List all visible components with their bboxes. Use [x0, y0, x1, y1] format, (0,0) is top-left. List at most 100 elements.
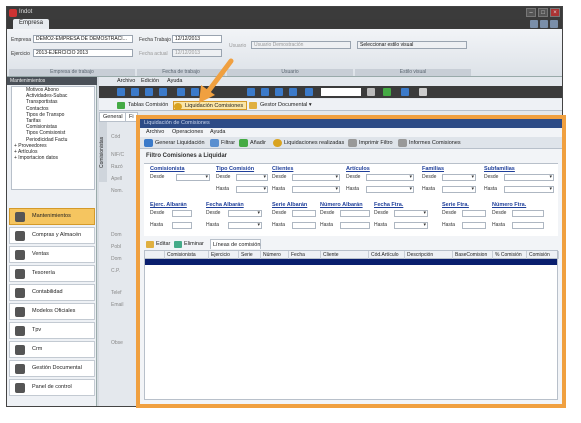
filter-heading[interactable]: Fecha Ftra.	[374, 202, 403, 208]
prev-icon[interactable]	[261, 88, 269, 96]
column-header[interactable]: Descripción	[405, 251, 453, 259]
numero-albaran-hasta[interactable]	[340, 222, 370, 229]
ejercicio-select[interactable]: 2013-EJERCICIO 2013	[33, 49, 133, 57]
tab-empresa[interactable]: Empresa	[13, 19, 50, 29]
fecha-albaran-hasta[interactable]	[228, 222, 262, 229]
column-header[interactable]: Comisión	[527, 251, 559, 259]
column-header[interactable]: BaseComision	[453, 251, 493, 259]
menu-operaciones[interactable]: Operaciones	[172, 129, 203, 135]
articulos-hasta[interactable]	[366, 186, 414, 193]
estilo-select[interactable]: Seleccionar estilo visual	[357, 41, 467, 49]
tipo-comision-desde[interactable]	[236, 174, 268, 181]
tab-general[interactable]: General	[99, 112, 127, 122]
filter-heading[interactable]: Familias	[422, 166, 444, 172]
maximize-icon[interactable]: □	[538, 8, 548, 17]
tipo-comision-hasta[interactable]	[236, 186, 268, 193]
column-header[interactable]: Comisionista	[165, 251, 209, 259]
column-header[interactable]: Fecha	[289, 251, 321, 259]
help-icon[interactable]	[401, 88, 409, 96]
side-tab-comisionistas[interactable]: Comisionistas	[99, 122, 107, 182]
column-header[interactable]: Ejercicio	[209, 251, 239, 259]
menu-edicion[interactable]: Edición	[141, 78, 159, 84]
settings-icon[interactable]	[530, 20, 538, 28]
filter-heading[interactable]: Serie Ftra.	[442, 202, 469, 208]
serie-ftra-hasta[interactable]	[462, 222, 486, 229]
tree-item[interactable]: + Importacion datos	[12, 155, 94, 161]
menu-ayuda[interactable]: Ayuda	[210, 129, 226, 135]
last-icon[interactable]	[289, 88, 297, 96]
fecha-ftra-desde[interactable]	[394, 210, 428, 217]
window-icon[interactable]	[540, 20, 548, 28]
module-tesoreria[interactable]: Tesorería	[9, 265, 95, 282]
column-header[interactable]: % Comisión	[493, 251, 527, 259]
filter-icon[interactable]	[383, 88, 391, 96]
numero-ftra-desde[interactable]	[512, 210, 544, 217]
clientes-hasta[interactable]	[292, 186, 340, 193]
column-header[interactable]: Cliente	[321, 251, 369, 259]
empresa-select[interactable]: DEMO2-EMPRESA DE DEMOSTRACI...	[33, 35, 133, 43]
minimize-icon[interactable]: –	[526, 8, 536, 17]
menu-archivo[interactable]: Archivo	[117, 78, 135, 84]
filter-heading[interactable]: Fecha Albarán	[206, 202, 244, 208]
fecha-trabajo-field[interactable]: 12/12/2013	[172, 35, 222, 43]
filtrar-button[interactable]: Filtrar	[210, 138, 235, 148]
editar-button[interactable]: Editar	[146, 239, 170, 249]
subfamilias-hasta[interactable]	[504, 186, 554, 193]
module-gestion-documental[interactable]: Gestión Documental	[9, 360, 95, 377]
print-icon[interactable]	[159, 88, 167, 96]
column-header[interactable]: Número	[261, 251, 289, 259]
module-mantenimientos[interactable]: Mantenimientos	[9, 208, 95, 225]
table-row[interactable]	[145, 259, 557, 265]
serie-albaran-desde[interactable]	[292, 210, 316, 217]
first-icon[interactable]	[247, 88, 255, 96]
liquidaciones-realizadas-button[interactable]: Liquidaciones realizadas	[273, 138, 344, 148]
save-icon[interactable]	[145, 88, 153, 96]
filter-heading[interactable]: Número Albarán	[320, 202, 363, 208]
grid-icon[interactable]	[305, 88, 313, 96]
articulos-desde[interactable]	[366, 174, 414, 181]
gestor-documental-button[interactable]: Gestor Documental ▾	[249, 101, 312, 110]
refresh-icon[interactable]	[177, 88, 185, 96]
filter-heading[interactable]: Número Ftra.	[492, 202, 526, 208]
search-input[interactable]	[321, 88, 361, 96]
informes-comisiones-button[interactable]: Informes Comisiones	[398, 138, 461, 148]
column-header[interactable]: Cód.Artículo	[369, 251, 405, 259]
ejerc-albaran-hasta[interactable]	[172, 222, 192, 229]
filter-heading[interactable]: Artículos	[346, 166, 370, 172]
serie-albaran-hasta[interactable]	[292, 222, 316, 229]
save-icon[interactable]	[131, 88, 139, 96]
fecha-albaran-desde[interactable]	[228, 210, 262, 217]
filter-heading[interactable]: Tipo Comisión	[216, 166, 254, 172]
module-contabilidad[interactable]: Contabilidad	[9, 284, 95, 301]
module-modelos[interactable]: Modelos Oficiales	[9, 303, 95, 320]
eliminar-button[interactable]: Eliminar	[174, 239, 204, 249]
module-ventas[interactable]: Ventas	[9, 246, 95, 263]
filter-heading[interactable]: Subfamilias	[484, 166, 515, 172]
anadir-button[interactable]: Añadir	[239, 138, 266, 148]
numero-albaran-desde[interactable]	[340, 210, 370, 217]
comisionista-desde[interactable]	[176, 174, 210, 181]
module-panel-control[interactable]: Panel de control	[9, 379, 95, 396]
subfamilias-desde[interactable]	[504, 174, 554, 181]
numero-ftra-hasta[interactable]	[512, 222, 544, 229]
module-tpv[interactable]: Tpv	[9, 322, 95, 339]
close-icon[interactable]: ×	[550, 8, 560, 17]
column-header[interactable]: Serie	[239, 251, 261, 259]
imprimir-filtro-button[interactable]: Imprimir Filtro	[348, 138, 393, 148]
module-compras[interactable]: Compras y Almacén	[9, 227, 95, 244]
filter-heading[interactable]: Comisionista	[150, 166, 185, 172]
tab-lineas-comision[interactable]: Líneas de comisión	[210, 239, 262, 249]
module-crm[interactable]: Crm	[9, 341, 95, 358]
menu-archivo[interactable]: Archivo	[146, 129, 164, 135]
search-icon[interactable]	[367, 88, 375, 96]
help-icon[interactable]	[550, 20, 558, 28]
menu-ayuda[interactable]: Ayuda	[167, 78, 183, 84]
filter-heading[interactable]: Serie Albarán	[272, 202, 307, 208]
familias-desde[interactable]	[442, 174, 476, 181]
serie-ftra-desde[interactable]	[462, 210, 486, 217]
new-icon[interactable]	[117, 88, 125, 96]
ejerc-albaran-desde[interactable]	[172, 210, 192, 217]
filter-heading[interactable]: Ejerc. Albarán	[150, 202, 187, 208]
fecha-ftra-hasta[interactable]	[394, 222, 428, 229]
generar-liquidacion-button[interactable]: Generar Liquidación	[144, 138, 205, 148]
